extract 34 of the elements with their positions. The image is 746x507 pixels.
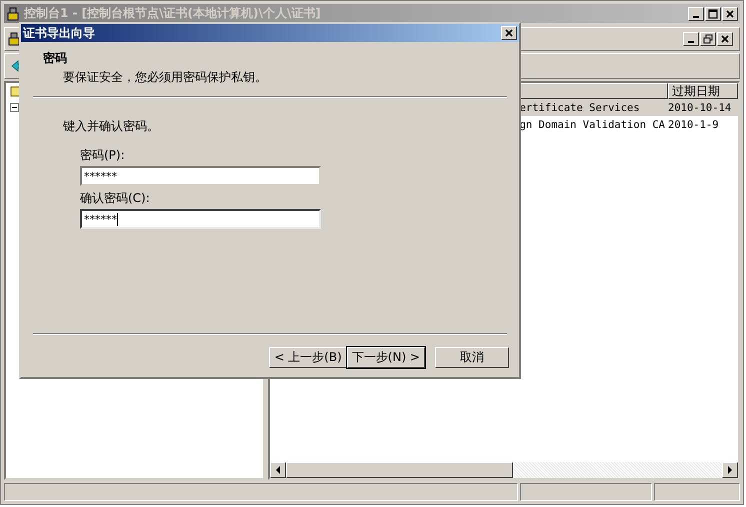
dialog-title: 证书导出向导 [23,24,95,42]
collapse-icon[interactable] [10,103,19,112]
close-button[interactable] [722,6,738,20]
restore-icon [703,34,713,44]
maximize-button[interactable] [705,6,721,20]
wizard-button[interactable]: 取消 [435,347,509,368]
restore-button[interactable] [700,32,716,46]
close-icon [725,8,735,18]
table-cell-text: 2010-10-14 [667,102,732,114]
page-subtitle: 要保证安全，您必须用密码保护私钥。 [62,69,268,86]
field-label: 密码(P): [80,147,125,164]
left-arrow-icon[interactable] [274,466,281,474]
page-heading: 密码 [43,50,68,67]
column-header[interactable]: 过期日期 [668,83,738,99]
close-icon [504,28,514,38]
close-icon [720,34,730,44]
minimize-button[interactable] [688,6,704,20]
password-field[interactable]: ****** [80,209,321,229]
minimize-icon [688,41,694,43]
password-field[interactable]: ****** [80,166,321,186]
right-arrow-icon[interactable] [727,466,733,474]
window-title: 控制台1 - [控制台根节点\证书(本地计算机)\个人\证书] [24,5,321,22]
close-button[interactable] [717,32,733,46]
wizard-button[interactable]: < 上一步(B) [269,347,347,368]
instruction-text: 键入并确认密码。 [63,118,159,135]
table-cell-text: ertificate Services [520,102,641,114]
wizard-button[interactable]: 下一步(N) > [346,347,425,368]
table-cell-text: 2010-1-9 [667,118,720,130]
minimize-icon [693,16,699,18]
field-label: 确认密码(C): [80,190,150,207]
minimize-button[interactable] [683,32,699,46]
maximize-icon [708,8,718,18]
close-button[interactable] [501,26,517,40]
horizontal-scrollbar[interactable] [270,462,738,478]
